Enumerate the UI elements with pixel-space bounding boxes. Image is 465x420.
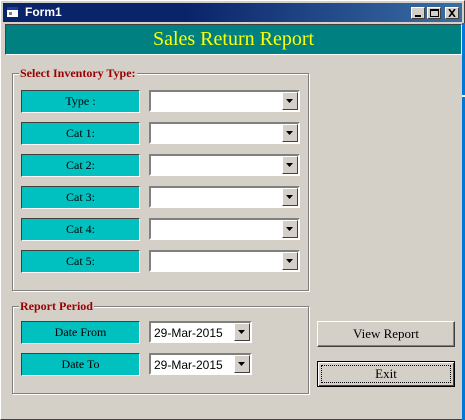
app-icon (7, 7, 18, 17)
cat5-dropdown-button[interactable] (282, 252, 298, 270)
report-title: Sales Return Report (152, 28, 315, 50)
report-header: Sales Return Report (5, 24, 462, 55)
cat5-label: Cat 5: (21, 250, 140, 273)
chevron-down-icon (286, 227, 293, 231)
date-to-label: Date To (21, 353, 140, 376)
date-to-picker[interactable]: 29-Mar-2015 (149, 353, 252, 375)
cat1-dropdown-button[interactable] (282, 124, 298, 142)
type-combo[interactable] (149, 90, 300, 112)
type-label: Type : (21, 90, 140, 113)
cat2-dropdown-button[interactable] (282, 156, 298, 174)
minimize-icon (415, 15, 421, 17)
exit-focus-rect (321, 365, 451, 383)
date-to-dropdown-button[interactable] (234, 355, 250, 373)
cat2-combo[interactable] (149, 154, 300, 176)
view-report-button[interactable]: View Report (317, 321, 455, 347)
close-icon (448, 9, 456, 17)
cat4-dropdown-button[interactable] (282, 220, 298, 238)
maximize-icon (430, 9, 439, 17)
chevron-down-icon (238, 362, 245, 366)
date-from-picker[interactable]: 29-Mar-2015 (149, 321, 252, 343)
date-from-value: 29-Mar-2015 (154, 326, 223, 340)
close-button[interactable] (445, 7, 459, 19)
cat5-combo[interactable] (149, 250, 300, 272)
cat4-label: Cat 4: (21, 218, 140, 241)
cat3-label: Cat 3: (21, 186, 140, 209)
exit-button[interactable]: Exit (317, 361, 455, 387)
date-from-dropdown-button[interactable] (234, 323, 250, 341)
view-report-label: View Report (352, 326, 419, 341)
chevron-down-icon (238, 330, 245, 334)
window-title: Form1 (25, 5, 62, 19)
cat1-label: Cat 1: (21, 122, 140, 145)
chevron-down-icon (286, 99, 293, 103)
cat3-dropdown-button[interactable] (282, 188, 298, 206)
type-dropdown-button[interactable] (282, 92, 298, 110)
report-period-frame: Report Period (12, 299, 309, 394)
form-window: Form1 Sales Return Report Select Invento… (0, 0, 465, 420)
chevron-down-icon (286, 195, 293, 199)
date-from-label: Date From (21, 321, 140, 344)
chevron-down-icon (286, 163, 293, 167)
date-to-value: 29-Mar-2015 (154, 358, 223, 372)
chevron-down-icon (286, 259, 293, 263)
minimize-button[interactable] (411, 7, 425, 19)
cat3-combo[interactable] (149, 186, 300, 208)
cat4-combo[interactable] (149, 218, 300, 240)
cat2-label: Cat 2: (21, 154, 140, 177)
report-period-legend: Report Period (19, 299, 94, 314)
chevron-down-icon (286, 131, 293, 135)
inventory-type-legend: Select Inventory Type: (19, 66, 137, 81)
maximize-button[interactable] (427, 7, 441, 19)
cat1-combo[interactable] (149, 122, 300, 144)
title-bar[interactable]: Form1 (3, 3, 462, 22)
